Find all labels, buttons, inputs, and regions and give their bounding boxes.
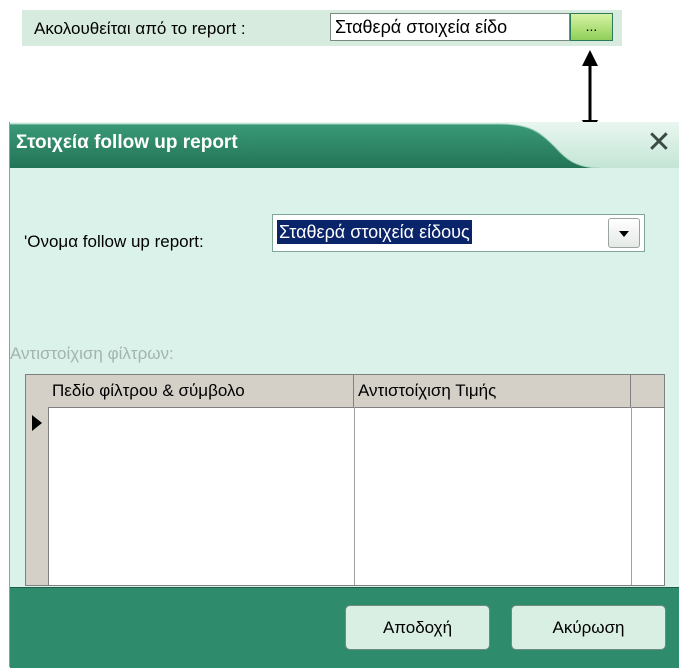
filters-mapping-label: Αντιστοίχιση φίλτρων: [10,344,174,363]
accept-button[interactable]: Αποδοχή [345,605,490,650]
followup-report-strip: Ακολουθείται από το report : Σταθερά στο… [22,10,622,46]
button-bar: Αποδοχή Ακύρωση [10,587,679,668]
report-name-label: 'Ονομα follow up report: [24,232,204,251]
column-header-empty[interactable] [631,375,664,407]
followup-report-label: Ακολουθείται από το report : [34,19,246,38]
dropdown-button[interactable] [608,218,640,248]
followup-report-field[interactable]: Σταθερά στοιχεία είδο [330,13,570,41]
column-header-value-mapping[interactable]: Αντιστοίχιση Τιμής [354,375,631,407]
followup-report-dialog: Στοιχεία follow up report ✕ 'Ονομα follo… [9,122,679,668]
column-divider [631,407,632,585]
report-name-value: Σταθερά στοιχεία είδους [277,220,472,244]
grid-header: Πεδίο φίλτρου & σύμβολο Αντιστοίχιση Τιμ… [48,375,664,408]
chevron-down-icon [619,231,629,237]
row-header-column [26,375,49,585]
browse-button[interactable]: ... [570,13,613,41]
filters-grid[interactable]: Πεδίο φίλτρου & σύμβολο Αντιστοίχιση Τιμ… [25,374,665,586]
column-header-filter-field[interactable]: Πεδίο φίλτρου & σύμβολο [48,375,354,407]
dialog-title: Στοιχεία follow up report [16,132,238,153]
current-row-pointer-icon [32,415,42,431]
cancel-button[interactable]: Ακύρωση [511,605,666,650]
close-icon[interactable]: ✕ [642,128,676,160]
column-divider [354,407,355,585]
report-name-dropdown[interactable]: Σταθερά στοιχεία είδους [272,214,645,252]
